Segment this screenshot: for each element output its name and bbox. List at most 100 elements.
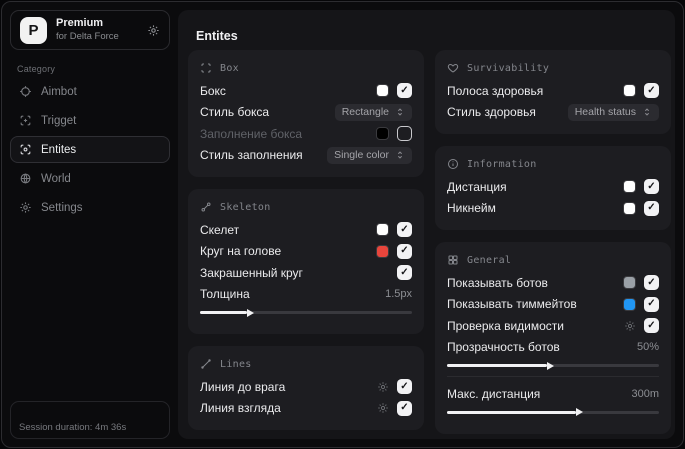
checkbox[interactable] bbox=[397, 83, 412, 99]
checkbox[interactable] bbox=[397, 265, 412, 281]
setting-label: Скелет bbox=[200, 222, 240, 237]
chevron-updown-icon bbox=[395, 150, 405, 160]
setting-row-visibility-check: Проверка видимости bbox=[447, 315, 659, 337]
setting-row-show-bots: Показывать ботов bbox=[447, 272, 659, 294]
color-swatch[interactable] bbox=[623, 201, 636, 215]
sidebar-item-label: Settings bbox=[41, 201, 83, 214]
panel-title: Survivability bbox=[467, 62, 550, 74]
setting-label: Полоса здоровья bbox=[447, 83, 544, 98]
app-window: P Premium for Delta Force Category Aimbo… bbox=[1, 1, 684, 448]
setting-label: Проверка видимости bbox=[447, 318, 564, 333]
setting-row-skeleton: Скелет bbox=[200, 219, 412, 241]
color-swatch[interactable] bbox=[623, 297, 636, 311]
health-style-select[interactable]: Health status bbox=[567, 103, 659, 121]
setting-label: Линия до врага bbox=[200, 379, 286, 394]
slider-fill[interactable] bbox=[447, 364, 547, 367]
gear-icon[interactable] bbox=[377, 381, 389, 393]
sidebar-item-aimbot[interactable]: Aimbot bbox=[10, 78, 170, 105]
max-distance-slider[interactable] bbox=[447, 410, 659, 414]
setting-row-view-line: Линия взгляда bbox=[200, 398, 412, 420]
checkbox[interactable] bbox=[644, 296, 659, 312]
setting-row-show-teammates: Показывать тиммейтов bbox=[447, 294, 659, 316]
setting-label: Показывать ботов bbox=[447, 275, 548, 290]
checkbox[interactable] bbox=[397, 379, 412, 395]
setting-label: Макс. дистанция bbox=[447, 386, 541, 401]
setting-row-health-bar: Полоса здоровья bbox=[447, 80, 659, 102]
gear-icon[interactable] bbox=[624, 320, 636, 332]
setting-label: Закрашенный круг bbox=[200, 265, 303, 280]
color-swatch[interactable] bbox=[623, 180, 636, 194]
slider-value: 300m bbox=[631, 387, 659, 400]
chevron-updown-icon bbox=[642, 107, 652, 117]
sidebar-item-label: World bbox=[41, 172, 71, 185]
panel-box-header: Box bbox=[200, 59, 412, 77]
gear-icon bbox=[19, 201, 32, 214]
setting-label: Толщина bbox=[200, 287, 250, 302]
color-swatch[interactable] bbox=[376, 84, 389, 98]
sidebar: P Premium for Delta Force Category Aimbo… bbox=[10, 10, 170, 439]
setting-row-box-style: Стиль бокса Rectangle bbox=[200, 102, 412, 124]
checkbox[interactable] bbox=[397, 243, 412, 259]
thickness-slider[interactable] bbox=[200, 311, 412, 314]
color-swatch[interactable] bbox=[623, 276, 636, 290]
slider-value: 1.5px bbox=[385, 288, 412, 301]
sidebar-item-label: Trigget bbox=[41, 114, 77, 127]
setting-row-max-distance: Макс. дистанция 300m bbox=[447, 383, 659, 405]
sidebar-item-label: Entites bbox=[41, 143, 77, 156]
setting-row-thickness: Толщина 1.5px bbox=[200, 284, 412, 306]
fill-style-select[interactable]: Single color bbox=[327, 146, 412, 164]
sidebar-item-trigget[interactable]: Trigget bbox=[10, 107, 170, 134]
brand-card: P Premium for Delta Force bbox=[10, 10, 170, 50]
sidebar-item-settings[interactable]: Settings bbox=[10, 194, 170, 221]
brand-text: Premium for Delta Force bbox=[56, 17, 138, 43]
bot-opacity-slider[interactable] bbox=[447, 364, 659, 367]
column-right: Survivability Полоса здоровья Стиль здор… bbox=[435, 50, 671, 446]
panel-title: Box bbox=[220, 62, 239, 74]
checkbox[interactable] bbox=[644, 83, 659, 99]
crosshair-icon bbox=[19, 85, 32, 98]
slider-fill[interactable] bbox=[447, 410, 577, 414]
panel-lines: Lines Линия до врага Линия взгляда bbox=[188, 346, 424, 430]
setting-label: Дистанция bbox=[447, 179, 507, 194]
panel-general: General Показывать ботов Показывать тимм… bbox=[435, 242, 671, 434]
select-value: Rectangle bbox=[341, 106, 389, 119]
panel-title: Lines bbox=[220, 358, 252, 370]
box-style-select[interactable]: Rectangle bbox=[334, 103, 412, 121]
checkbox[interactable] bbox=[644, 179, 659, 195]
color-swatch[interactable] bbox=[376, 244, 389, 258]
setting-row-fill-style: Стиль заполнения Single color bbox=[200, 145, 412, 167]
color-swatch[interactable] bbox=[376, 223, 389, 237]
box-icon bbox=[200, 62, 212, 74]
checkbox[interactable] bbox=[397, 400, 412, 416]
globe-icon bbox=[19, 172, 32, 185]
setting-label: Стиль заполнения bbox=[200, 148, 303, 163]
panel-general-header: General bbox=[447, 251, 659, 269]
setting-label: Заполнение бокса bbox=[200, 126, 303, 141]
gear-icon[interactable] bbox=[377, 402, 389, 414]
setting-row-box-enabled: Бокс bbox=[200, 80, 412, 102]
sidebar-item-world[interactable]: World bbox=[10, 165, 170, 192]
setting-label: Бокс bbox=[200, 83, 226, 98]
panel-skeleton-header: Skeleton bbox=[200, 198, 412, 216]
checkbox[interactable] bbox=[397, 126, 412, 142]
page-title: Entites bbox=[196, 29, 238, 43]
gear-icon[interactable] bbox=[147, 24, 160, 37]
panel-information: Information Дистанция Никнейм bbox=[435, 146, 671, 230]
slider-fill[interactable] bbox=[200, 311, 247, 314]
checkbox[interactable] bbox=[644, 200, 659, 216]
sidebar-item-entites[interactable]: Entites bbox=[10, 136, 170, 163]
checkbox[interactable] bbox=[644, 318, 659, 334]
color-swatch[interactable] bbox=[623, 84, 636, 98]
setting-label: Линия взгляда bbox=[200, 401, 281, 416]
setting-row-bot-opacity: Прозрачность ботов 50% bbox=[447, 337, 659, 359]
checkbox[interactable] bbox=[397, 222, 412, 238]
brand-title: Premium bbox=[56, 17, 104, 30]
main-content: Entites Box Бокс Стиль бокса bbox=[178, 10, 675, 439]
scan-eye-icon bbox=[19, 143, 32, 156]
setting-label: Показывать тиммейтов bbox=[447, 297, 577, 312]
bone-icon bbox=[200, 201, 212, 213]
checkbox[interactable] bbox=[644, 275, 659, 291]
setting-row-nickname: Никнейм bbox=[447, 198, 659, 220]
setting-label: Круг на голове bbox=[200, 244, 282, 259]
color-swatch[interactable] bbox=[376, 127, 389, 141]
